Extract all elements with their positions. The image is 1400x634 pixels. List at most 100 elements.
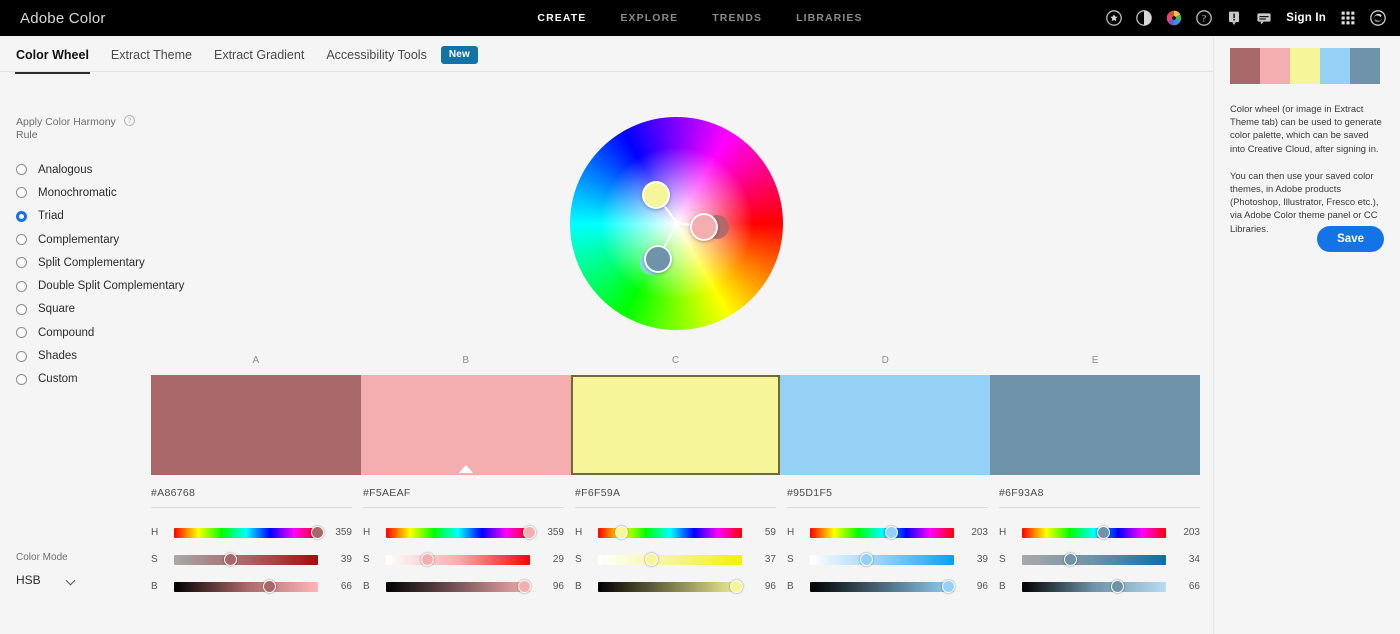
brand-title[interactable]: Adobe Color: [0, 10, 106, 27]
color-mode-label: Color Mode: [16, 552, 136, 563]
harmony-panel: Apply Color Harmony Rule ? Analogous Mon…: [16, 116, 196, 391]
brightness-slider-b[interactable]: [386, 582, 530, 592]
sign-in-button[interactable]: Sign In: [1286, 12, 1326, 24]
saturation-slider-a[interactable]: [174, 555, 318, 565]
app-grid-icon[interactable]: [1340, 10, 1356, 26]
hex-value-a[interactable]: #A86768: [151, 487, 352, 508]
slider-knob[interactable]: [518, 580, 531, 593]
slider-knob[interactable]: [1064, 553, 1077, 566]
radio-icon[interactable]: [16, 257, 27, 268]
slider-knob[interactable]: [645, 553, 658, 566]
harmony-rule-double-split-complementary[interactable]: Double Split Complementary: [16, 274, 196, 297]
slider-knob[interactable]: [615, 526, 628, 539]
channel-label-b: B: [363, 581, 386, 592]
slider-knob[interactable]: [311, 526, 324, 539]
swatch-d[interactable]: [780, 375, 990, 475]
nav-item-libraries[interactable]: LIBRARIES: [796, 12, 863, 24]
radio-icon[interactable]: [16, 351, 27, 362]
star-icon[interactable]: [1106, 10, 1122, 26]
channel-label-h: H: [151, 527, 174, 538]
radio-icon[interactable]: [16, 304, 27, 315]
nav-item-trends[interactable]: TRENDS: [712, 12, 762, 24]
channel-label-s: S: [363, 554, 386, 565]
wheel-marker-b[interactable]: [690, 213, 718, 241]
chat-icon[interactable]: [1256, 10, 1272, 26]
harmony-rule-square[interactable]: Square: [16, 298, 196, 321]
harmony-rule-analogous[interactable]: Analogous: [16, 158, 196, 181]
tab-extract-gradient[interactable]: Extract Gradient: [214, 48, 304, 74]
radio-icon[interactable]: [16, 164, 27, 175]
slider-knob[interactable]: [1111, 580, 1124, 593]
slider-row-h: H 203: [999, 519, 1200, 546]
saturation-value-b: 29: [530, 554, 564, 565]
help-icon[interactable]: ?: [1196, 10, 1212, 26]
slider-knob[interactable]: [942, 580, 955, 593]
radio-icon[interactable]: [16, 374, 27, 385]
swatch-a[interactable]: [151, 375, 361, 475]
color-mode-value: HSB: [16, 573, 41, 587]
slider-row-b: B 66: [999, 573, 1200, 600]
radio-icon[interactable]: [16, 327, 27, 338]
hue-slider-a[interactable]: [174, 528, 318, 538]
color-wheel-icon[interactable]: [1166, 10, 1182, 26]
hex-value-d[interactable]: #95D1F5: [787, 487, 988, 508]
notification-icon[interactable]: [1226, 10, 1242, 26]
slider-knob[interactable]: [523, 526, 536, 539]
saturation-slider-e[interactable]: [1022, 555, 1166, 565]
saturation-slider-b[interactable]: [386, 555, 530, 565]
harmony-rule-triad[interactable]: Triad: [16, 205, 196, 228]
harmony-rule-complementary[interactable]: Complementary: [16, 228, 196, 251]
brightness-slider-e[interactable]: [1022, 582, 1166, 592]
nav-item-explore[interactable]: EXPLORE: [620, 12, 678, 24]
color-mode-select[interactable]: HSB: [16, 573, 136, 587]
harmony-rule-label: Square: [38, 303, 75, 315]
slider-knob[interactable]: [263, 580, 276, 593]
saturation-slider-c[interactable]: [598, 555, 742, 565]
slider-knob[interactable]: [421, 553, 434, 566]
slider-knob[interactable]: [1097, 526, 1110, 539]
contrast-icon[interactable]: [1136, 10, 1152, 26]
preview-swatch-e: [1350, 48, 1380, 84]
base-color-marker-icon: [459, 465, 473, 473]
harmony-rule-compound[interactable]: Compound: [16, 321, 196, 344]
hue-slider-d[interactable]: [810, 528, 954, 538]
harmony-rule-monochromatic[interactable]: Monochromatic: [16, 181, 196, 204]
save-button[interactable]: Save: [1317, 226, 1384, 252]
hex-value-e[interactable]: #6F93A8: [999, 487, 1200, 508]
saturation-slider-d[interactable]: [810, 555, 954, 565]
slider-knob[interactable]: [730, 580, 743, 593]
slider-row-b: B 96: [787, 573, 988, 600]
tab-accessibility-tools[interactable]: Accessibility Tools: [326, 48, 427, 74]
swatch-c[interactable]: [571, 375, 781, 475]
hue-slider-b[interactable]: [386, 528, 530, 538]
wheel-marker-e[interactable]: [644, 245, 672, 273]
nav-item-create[interactable]: CREATE: [537, 12, 586, 24]
slider-knob[interactable]: [885, 526, 898, 539]
hex-value-c[interactable]: #F6F59A: [575, 487, 776, 508]
hue-slider-c[interactable]: [598, 528, 742, 538]
radio-icon[interactable]: [16, 281, 27, 292]
harmony-rule-split-complementary[interactable]: Split Complementary: [16, 251, 196, 274]
color-wheel[interactable]: [570, 117, 783, 330]
slider-knob[interactable]: [224, 553, 237, 566]
tab-extract-theme[interactable]: Extract Theme: [111, 48, 192, 74]
brightness-slider-a[interactable]: [174, 582, 318, 592]
tab-color-wheel[interactable]: Color Wheel: [16, 48, 89, 74]
swatch-e[interactable]: [990, 375, 1200, 475]
harmony-help-icon[interactable]: ?: [124, 115, 135, 126]
swatch-letters: A B C D E: [151, 355, 1200, 369]
radio-icon-selected[interactable]: [16, 211, 27, 222]
brightness-slider-d[interactable]: [810, 582, 954, 592]
harmony-rule-label: Triad: [38, 210, 64, 222]
radio-icon[interactable]: [16, 234, 27, 245]
chevron-down-icon[interactable]: [67, 576, 76, 585]
hex-value-b[interactable]: #F5AEAF: [363, 487, 564, 508]
swatch-b[interactable]: [361, 375, 571, 475]
wheel-marker-c[interactable]: [642, 181, 670, 209]
slider-knob[interactable]: [860, 553, 873, 566]
creative-cloud-icon[interactable]: [1370, 10, 1386, 26]
brightness-value-e: 66: [1166, 581, 1200, 592]
radio-icon[interactable]: [16, 187, 27, 198]
hue-slider-e[interactable]: [1022, 528, 1166, 538]
brightness-slider-c[interactable]: [598, 582, 742, 592]
